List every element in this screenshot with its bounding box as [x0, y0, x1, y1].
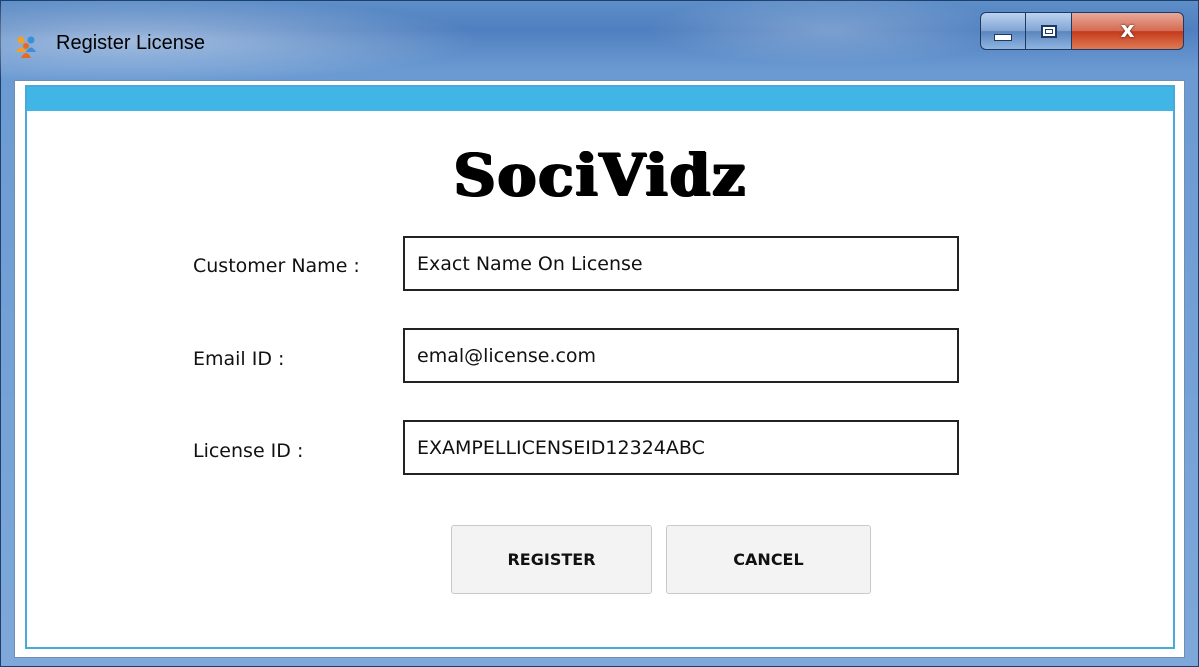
maximize-button[interactable] [1026, 12, 1072, 50]
license-id-input[interactable] [403, 420, 959, 475]
window-title: Register License [56, 32, 205, 54]
register-button[interactable]: REGISTER [451, 525, 652, 594]
maximize-icon [1040, 24, 1057, 38]
close-button[interactable]: x [1072, 12, 1184, 50]
email-input[interactable] [403, 328, 959, 383]
customer-name-label: Customer Name : [193, 255, 360, 277]
customer-name-input[interactable] [403, 236, 959, 291]
brand-logo: SociVidz [453, 141, 747, 209]
accent-bar [27, 87, 1173, 111]
title-bar[interactable]: Register License x [0, 0, 1199, 80]
cancel-button[interactable]: CANCEL [666, 525, 871, 594]
minimize-icon [994, 33, 1012, 41]
license-id-label: License ID : [193, 440, 304, 462]
app-logo-icon [14, 34, 40, 58]
email-label: Email ID : [193, 348, 285, 370]
client-area: SociVidz Customer Name : Email ID : Lice… [14, 80, 1185, 658]
minimize-button[interactable] [980, 12, 1026, 50]
close-icon: x [1120, 18, 1135, 43]
register-license-window: Register License x SociVidz Customer Nam… [0, 0, 1199, 667]
form-panel: SociVidz Customer Name : Email ID : Lice… [25, 85, 1175, 649]
